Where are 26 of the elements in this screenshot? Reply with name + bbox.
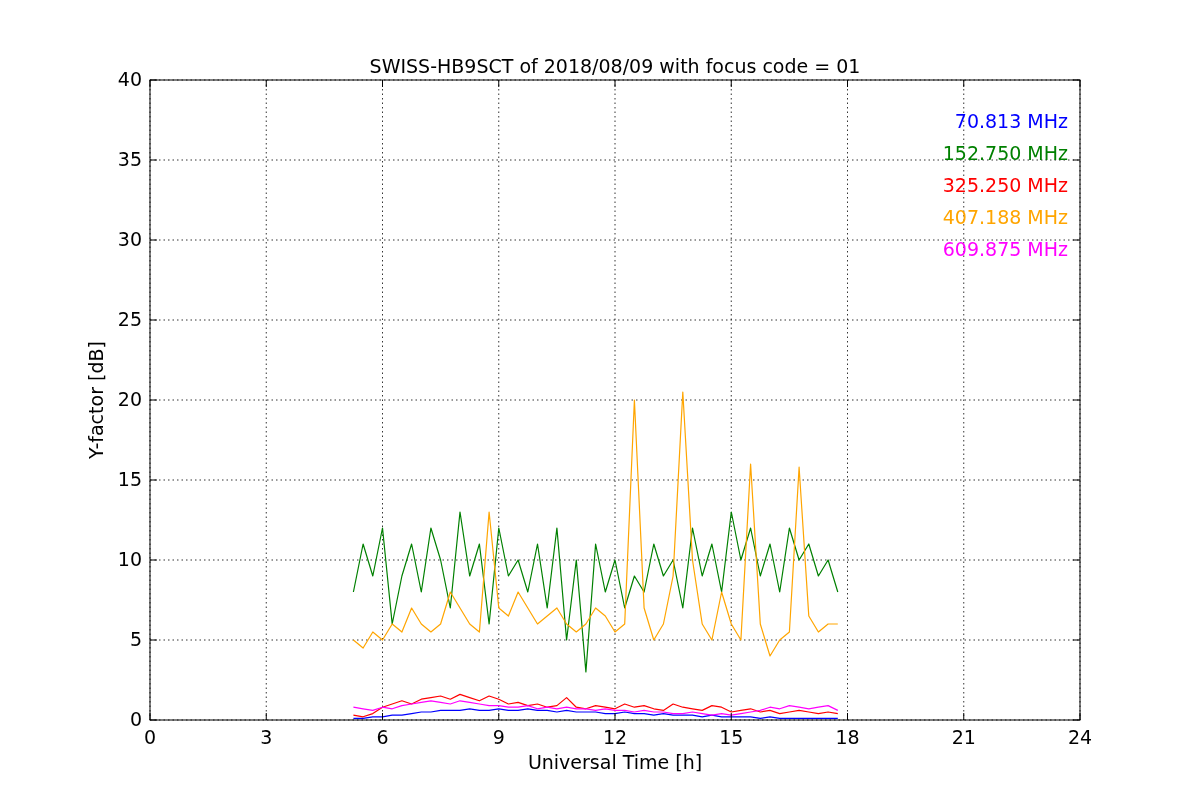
y-tick-label: 10 — [117, 548, 142, 570]
y-tick-label: 20 — [117, 388, 142, 410]
legend-entry: 609.875 MHz — [942, 238, 1068, 260]
x-tick-label: 15 — [719, 726, 744, 748]
y-tick-label: 25 — [117, 308, 142, 330]
y-tick-label: 35 — [117, 148, 142, 170]
x-tick-label: 24 — [1067, 726, 1093, 748]
x-tick-label: 12 — [602, 726, 628, 748]
legend-entry: 152.750 MHz — [942, 142, 1068, 164]
chart-title: SWISS-HB9SCT of 2018/08/09 with focus code = 01 — [369, 55, 861, 77]
y-tick-label: 5 — [129, 628, 142, 650]
y-tick-label: 15 — [117, 468, 142, 490]
x-tick-label: 6 — [376, 726, 389, 748]
x-tick-label: 21 — [951, 726, 976, 748]
x-tick-label: 3 — [260, 726, 273, 748]
x-tick-label: 0 — [143, 726, 157, 748]
x-axis-label: Universal Time [h] — [527, 751, 703, 773]
legend-entry: 325.250 MHz — [942, 174, 1068, 196]
x-tick-label: 9 — [492, 726, 505, 748]
y-axis-label: Y-factor [dB] — [85, 341, 107, 459]
y-tick-label: 30 — [117, 228, 142, 250]
x-tick-label: 18 — [835, 726, 860, 748]
legend-entry: 407.188 MHz — [942, 206, 1068, 228]
y-tick-label: 0 — [129, 708, 142, 730]
legend-entry: 70.813 MHz — [954, 110, 1068, 132]
y-tick-label: 40 — [117, 68, 142, 90]
